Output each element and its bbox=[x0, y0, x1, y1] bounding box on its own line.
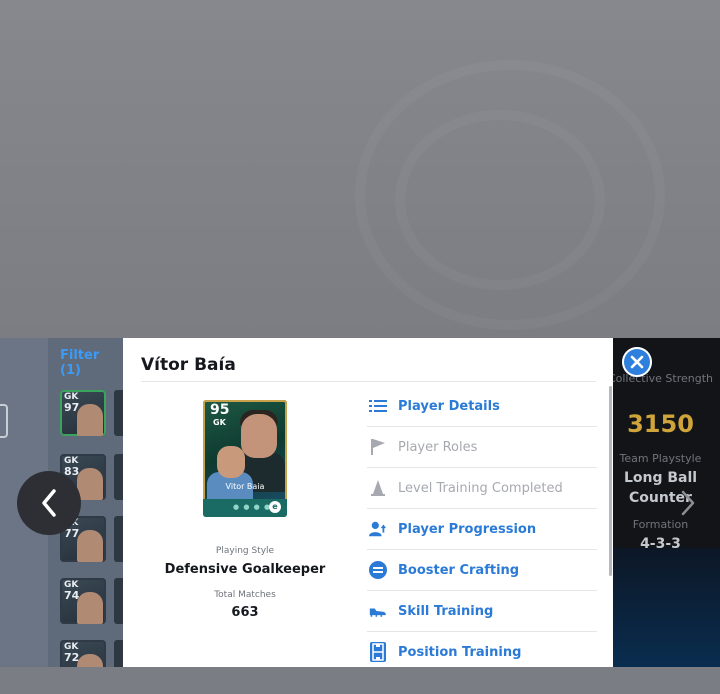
player-list-card-partial[interactable] bbox=[114, 516, 123, 562]
booster-icon bbox=[369, 561, 387, 579]
previous-player-button[interactable] bbox=[17, 471, 81, 535]
player-face bbox=[77, 654, 103, 667]
list-icon bbox=[369, 397, 387, 415]
menu-item-player-progression[interactable]: Player Progression bbox=[367, 509, 597, 550]
player-list-card-partial[interactable] bbox=[114, 454, 123, 500]
player-list-card[interactable]: GK 97 bbox=[60, 390, 106, 436]
player-options-modal: Vítor Baía 95 GK Vitor Baia ● ● ● ● e Pl… bbox=[123, 338, 613, 667]
player-face bbox=[77, 404, 103, 436]
card-level-dots: ● ● ● ● bbox=[233, 503, 272, 511]
background-emblem-inner bbox=[395, 110, 605, 290]
menu-item-booster-crafting[interactable]: Booster Crafting bbox=[367, 550, 597, 591]
player-face bbox=[77, 530, 103, 562]
close-button[interactable] bbox=[622, 347, 652, 377]
menu-item-skill-training[interactable]: Skill Training bbox=[367, 591, 597, 632]
dimmed-background bbox=[0, 0, 720, 338]
menu-item-player-details[interactable]: Player Details bbox=[367, 386, 597, 427]
player-action-face bbox=[217, 446, 245, 478]
menu-item-label: Booster Crafting bbox=[398, 562, 520, 578]
cone-icon bbox=[369, 479, 387, 497]
card-player-name: Vitor Baia bbox=[225, 482, 265, 491]
player-list-card[interactable]: GK 72 bbox=[60, 640, 106, 667]
player-name-title: Vítor Baía bbox=[141, 355, 236, 375]
player-list-card-partial[interactable] bbox=[114, 640, 123, 667]
card-rating: 95 bbox=[210, 402, 230, 418]
menu-item-level-training[interactable]: Level Training Completed bbox=[367, 468, 597, 509]
chevron-left-icon bbox=[42, 489, 56, 517]
playing-style-value: Defensive Goalkeeper bbox=[164, 562, 326, 577]
flag-icon bbox=[369, 438, 387, 456]
team-info-panel: Collective Strength 3150 Team Playstyle … bbox=[613, 338, 720, 667]
menu-item-label: Player Progression bbox=[398, 521, 537, 537]
total-matches-value: 663 bbox=[231, 605, 259, 620]
playing-style-label: Playing Style bbox=[215, 546, 275, 556]
boot-icon bbox=[369, 602, 387, 620]
player-options-menu: Player Details Player Roles Level Traini… bbox=[367, 386, 597, 667]
efootball-logo-icon: e bbox=[269, 501, 281, 513]
menu-item-label: Position Training bbox=[398, 644, 522, 660]
menu-scrollbar[interactable] bbox=[609, 386, 612, 576]
formation-value: 4-3-3 bbox=[640, 536, 681, 552]
playstyle-label: Team Playstyle bbox=[619, 452, 702, 465]
filter-button[interactable]: Filter (1) bbox=[60, 348, 123, 378]
player-list-card-partial[interactable] bbox=[114, 390, 123, 436]
close-icon bbox=[630, 355, 644, 369]
chevron-right-icon bbox=[681, 490, 695, 516]
player-portrait-face bbox=[241, 414, 277, 458]
side-tab-handle[interactable] bbox=[0, 404, 8, 438]
strength-value: 3150 bbox=[627, 410, 694, 438]
next-player-button[interactable] bbox=[676, 486, 700, 520]
player-face bbox=[77, 592, 103, 624]
player-list-card-partial[interactable] bbox=[114, 578, 123, 624]
pitch-icon bbox=[369, 642, 387, 662]
menu-item-label: Player Roles bbox=[398, 439, 478, 455]
total-matches-label: Total Matches bbox=[214, 590, 276, 600]
player-card[interactable]: 95 GK Vitor Baia ● ● ● ● e bbox=[203, 400, 287, 517]
player-list-card[interactable]: GK 74 bbox=[60, 578, 106, 624]
playstyle-value: Long Ball bbox=[623, 470, 698, 486]
menu-item-label: Level Training Completed bbox=[398, 480, 563, 496]
card-position: GK bbox=[213, 418, 226, 427]
bottom-bar bbox=[0, 667, 720, 694]
person-up-icon bbox=[369, 520, 387, 538]
menu-item-label: Skill Training bbox=[398, 603, 494, 619]
menu-item-position-training[interactable]: Position Training bbox=[367, 632, 597, 667]
menu-item-player-roles[interactable]: Player Roles bbox=[367, 427, 597, 468]
player-face bbox=[77, 468, 103, 500]
team-panel-glow bbox=[613, 548, 720, 667]
menu-item-label: Player Details bbox=[398, 398, 500, 414]
title-divider bbox=[141, 381, 596, 382]
